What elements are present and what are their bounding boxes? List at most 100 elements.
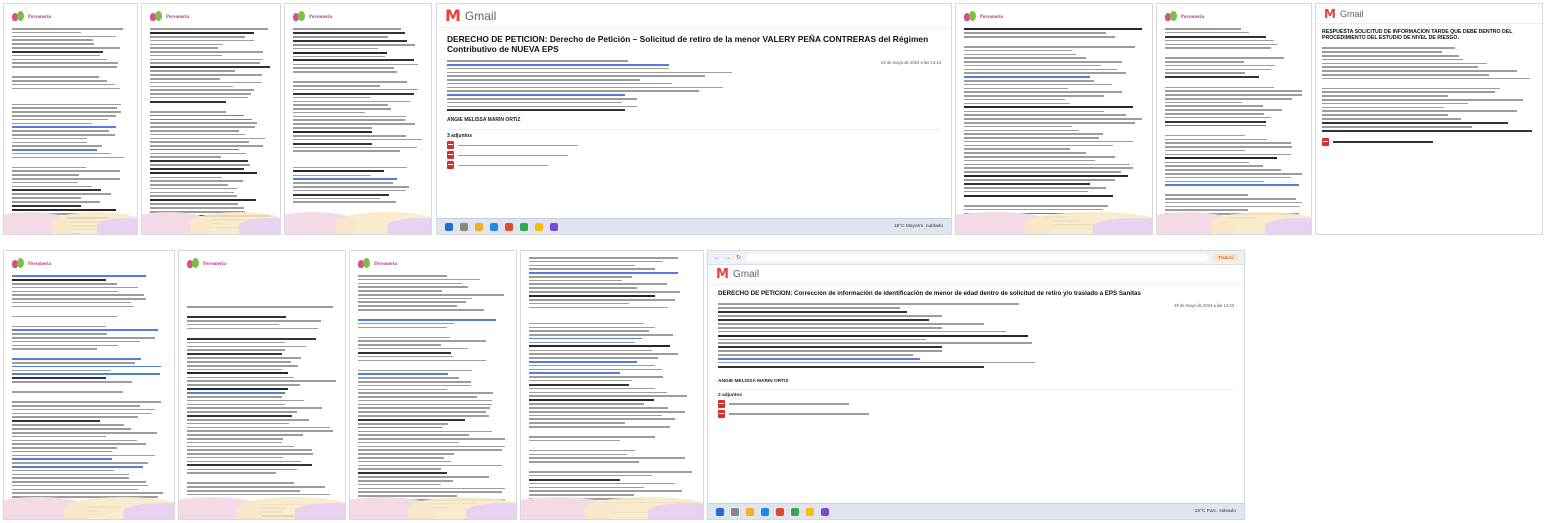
document-page-6: Personeria — [1156, 3, 1312, 235]
attachment-item[interactable] — [447, 151, 941, 160]
text-line — [358, 369, 472, 372]
text-line — [1165, 176, 1291, 179]
text-line — [1165, 90, 1302, 92]
text-line — [964, 98, 1065, 101]
text-line — [12, 31, 82, 34]
browser-back-icon[interactable]: ← — [714, 255, 720, 261]
text-line — [964, 137, 1099, 139]
text-line — [1322, 47, 1455, 50]
text-line — [447, 79, 640, 81]
text-line — [1165, 97, 1292, 100]
weather-status: 18°C Mayorm. nublado — [893, 224, 943, 229]
chrome-icon[interactable] — [535, 222, 543, 231]
text-line — [447, 90, 699, 92]
text-line — [447, 94, 625, 96]
text-line — [1322, 129, 1532, 132]
page-footer-decoration — [142, 208, 280, 234]
edge-icon[interactable] — [490, 222, 498, 231]
gmail-logo[interactable]: M Gmail — [445, 6, 496, 25]
attachment-item[interactable] — [447, 161, 941, 170]
text-line — [964, 121, 1135, 124]
attachment-item[interactable] — [1322, 137, 1536, 146]
text-line — [12, 181, 78, 184]
folder-icon[interactable] — [475, 222, 483, 231]
email-date: 29 de mayo de 2024 a las 14:23 — [1174, 303, 1234, 309]
app-icon[interactable] — [505, 222, 513, 231]
windows-start-icon[interactable] — [716, 507, 724, 516]
text-line — [12, 87, 120, 90]
text-line — [293, 81, 408, 83]
attachment-item[interactable] — [718, 399, 1234, 408]
text-line — [964, 159, 1096, 162]
text-line — [293, 201, 396, 204]
text-line — [150, 195, 237, 198]
text-line — [12, 141, 87, 144]
text-line — [1165, 194, 1248, 196]
text-line — [964, 144, 1114, 147]
text-line — [529, 353, 679, 355]
search-icon[interactable] — [460, 222, 468, 231]
text-line — [964, 35, 1116, 38]
text-line — [529, 360, 637, 363]
text-line — [358, 326, 447, 329]
text-line — [1322, 117, 1462, 120]
app-icon[interactable] — [821, 507, 829, 516]
text-line — [1165, 68, 1272, 71]
app-icon[interactable] — [791, 507, 799, 516]
text-line — [447, 82, 673, 85]
address-bar[interactable] — [746, 253, 1208, 262]
text-line — [150, 66, 270, 69]
text-line — [529, 453, 627, 456]
attachment-item[interactable] — [447, 141, 941, 150]
text-line — [12, 473, 130, 476]
app-icon[interactable] — [776, 507, 784, 516]
text-line — [150, 54, 222, 57]
folder-icon[interactable] — [746, 507, 754, 516]
text-line — [293, 51, 387, 54]
document-text — [1165, 28, 1303, 219]
edge-icon[interactable] — [761, 507, 769, 516]
text-line — [12, 377, 106, 380]
text-line — [358, 309, 484, 311]
browser-forward-icon[interactable]: → — [725, 255, 731, 261]
text-line — [358, 344, 441, 346]
browser-reload-icon[interactable]: ↻ — [736, 254, 741, 261]
text-line — [187, 407, 322, 409]
gmail-logo[interactable]: M Gmail — [716, 267, 759, 282]
text-line — [187, 388, 288, 390]
text-line — [187, 349, 285, 351]
text-line — [358, 373, 448, 375]
text-line — [12, 477, 130, 479]
text-line — [12, 325, 106, 328]
text-line — [12, 28, 124, 30]
text-line — [358, 319, 496, 321]
gmail-logo[interactable]: M Gmail — [1324, 7, 1363, 21]
signature-name: ANGIE MELISSA MARIN ORTIZ — [447, 117, 521, 124]
text-line — [358, 468, 441, 470]
chrome-icon[interactable] — [806, 507, 814, 516]
text-line — [293, 96, 370, 99]
text-line — [150, 145, 264, 147]
windows-start-icon[interactable] — [445, 222, 453, 231]
gmail-window-right: M Gmail RESPUESTA SOLICITUD DE INFORMACI… — [1315, 3, 1543, 235]
search-icon[interactable] — [731, 507, 739, 516]
text-line — [150, 191, 235, 194]
text-line — [12, 333, 108, 335]
document-text — [964, 28, 1144, 230]
text-line — [1165, 120, 1266, 123]
text-line — [1165, 105, 1263, 108]
translate-button[interactable]: Traduci — [1212, 254, 1238, 261]
text-line — [529, 478, 621, 481]
text-line — [187, 449, 312, 451]
app-icon[interactable] — [520, 222, 528, 231]
text-line — [187, 372, 288, 375]
text-line — [187, 361, 291, 363]
text-line — [150, 160, 248, 163]
app-icon[interactable] — [550, 222, 558, 231]
text-line — [150, 114, 244, 117]
text-line — [12, 329, 159, 331]
text-line — [12, 401, 162, 403]
text-line — [293, 166, 408, 169]
attachment-item[interactable] — [718, 409, 1234, 418]
text-line — [529, 264, 636, 267]
